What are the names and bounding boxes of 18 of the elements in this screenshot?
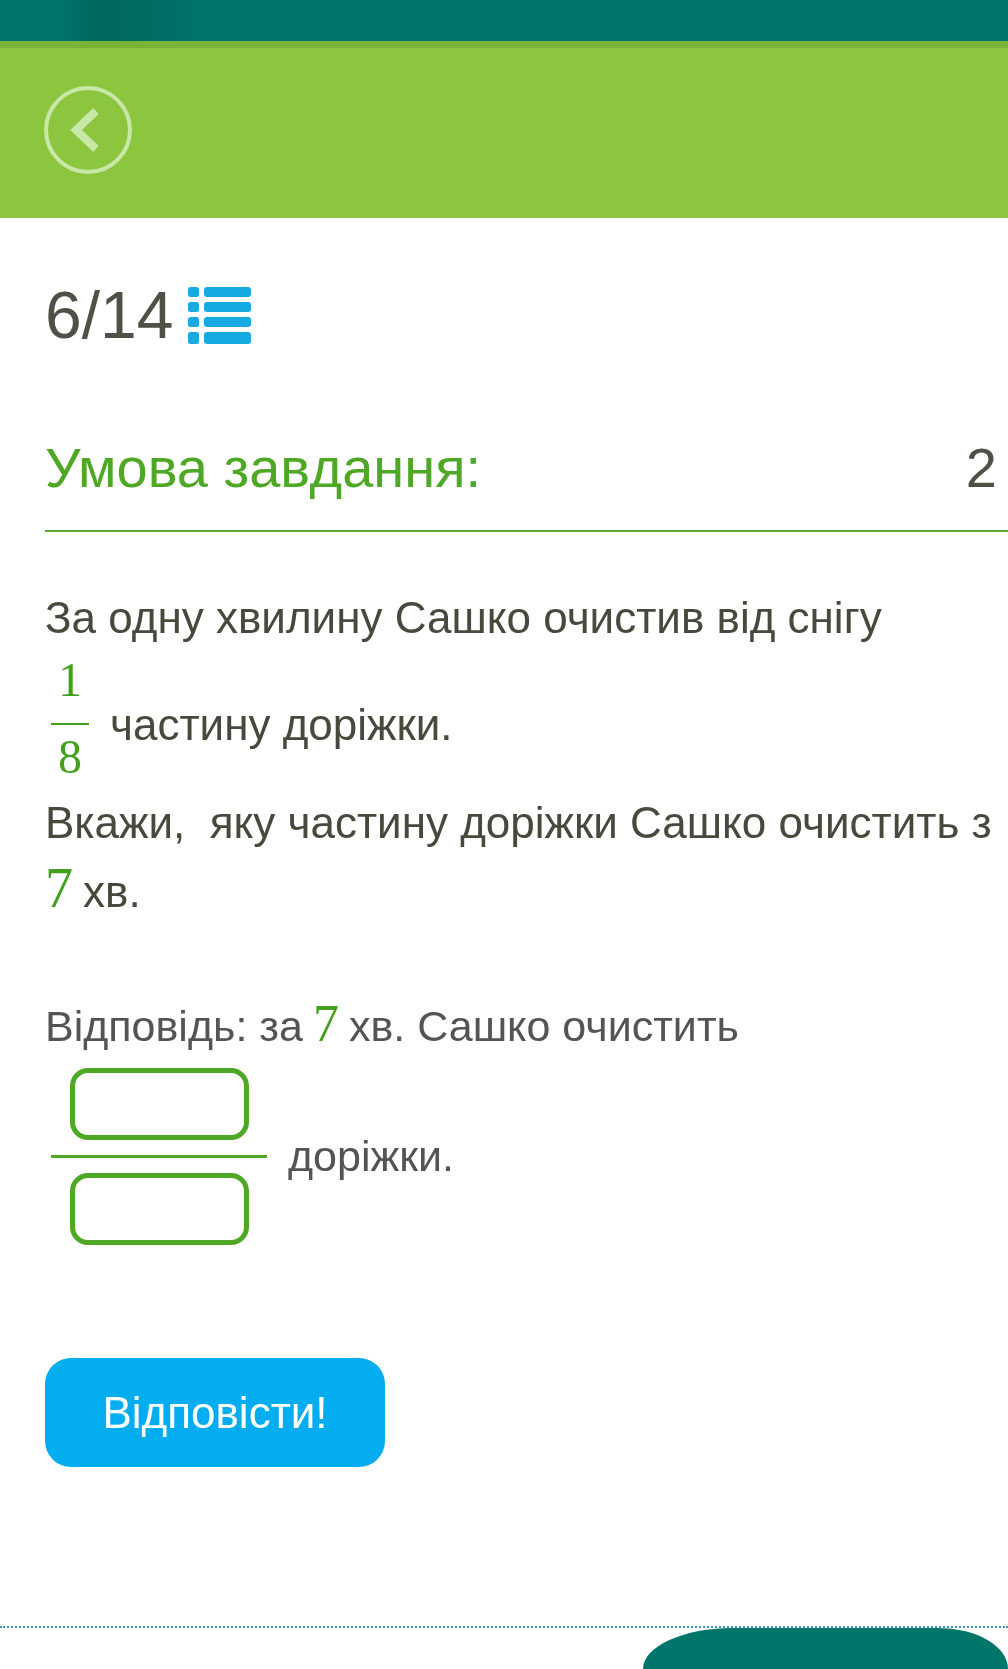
answer-text: хв. Сашко очистить [348,1005,739,1048]
math-number: 7 [45,860,73,916]
denominator-field[interactable] [69,1173,249,1245]
corner-text: 2 [965,440,997,496]
problem-text: За одну хвилину Сашко очистив від снігу [45,596,883,640]
list-icon[interactable] [188,286,252,344]
problem-text: частину доріжки. [110,703,453,747]
submit-button[interactable]: Відповісти! [45,1358,385,1467]
answer-text: доріжки. [288,1135,455,1178]
numerator-field[interactable] [69,1068,249,1140]
chevron-left-icon [70,108,100,152]
fraction-denominator: 8 [58,735,82,779]
task-counter: 6/14 [45,282,174,348]
problem-text: Вкажи, яку частину доріжки Сашко очистить з [45,801,993,845]
math-number: 7 [312,998,339,1050]
problem-text: хв. [83,870,141,914]
fraction-numerator: 1 [58,658,82,702]
answer-text: Відповідь: за [45,1005,303,1048]
